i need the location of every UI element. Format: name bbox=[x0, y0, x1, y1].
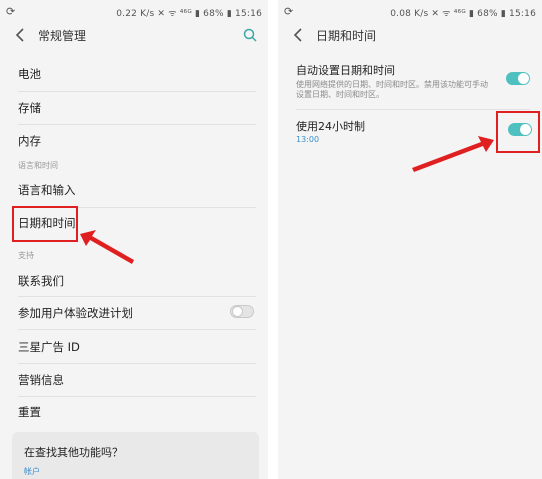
toggle-knob bbox=[232, 306, 243, 317]
menu-item-ad-id[interactable]: 三星广告 ID bbox=[0, 330, 268, 363]
highlight-box-date-time bbox=[12, 206, 78, 242]
highlight-box-24-hour-toggle bbox=[496, 111, 540, 153]
menu-item-label: 存储 bbox=[18, 101, 41, 115]
time-format-example: 13:00 bbox=[296, 135, 320, 144]
menu-item-storage[interactable]: 存储 bbox=[0, 92, 268, 124]
menu-item-language-input[interactable]: 语言和输入 bbox=[0, 172, 268, 206]
sync-icon: ⟳ bbox=[6, 5, 16, 18]
status-bar: ⟳ 0.08 K/s ✕ ᯤ ⁴⁶ᴳ ▮ 68% ▮ 15:16 bbox=[278, 0, 542, 24]
search-icon[interactable] bbox=[242, 27, 258, 43]
menu-item-label: 营销信息 bbox=[18, 373, 64, 387]
section-header-language-time: 语言和时间 bbox=[18, 161, 58, 170]
menu-item-label: 联系我们 bbox=[18, 274, 64, 288]
sync-icon: ⟳ bbox=[284, 5, 294, 18]
status-bar: ⟳ 0.22 K/s ✕ ᯤ ⁴⁶ᴳ ▮ 68% ▮ 15:16 bbox=[0, 0, 268, 24]
auto-date-time-toggle[interactable] bbox=[506, 72, 530, 85]
menu-item-label: 电池 bbox=[18, 67, 41, 81]
menu-item-label: 重置 bbox=[18, 405, 41, 419]
menu-item-label: 内存 bbox=[18, 134, 41, 148]
section-header-support: 支持 bbox=[18, 251, 34, 260]
suggestion-card: 在查找其他功能吗？ 帐户 bbox=[12, 432, 259, 479]
divider bbox=[296, 109, 530, 110]
menu-item-memory[interactable]: 内存 bbox=[0, 125, 268, 157]
right-screen: ⟳ 0.08 K/s ✕ ᯤ ⁴⁶ᴳ ▮ 68% ▮ 15:16 日期和时间 自… bbox=[278, 0, 542, 479]
panel-gap bbox=[268, 0, 278, 479]
left-screen: ⟳ 0.22 K/s ✕ ᯤ ⁴⁶ᴳ ▮ 68% ▮ 15:16 常规管理 电池… bbox=[0, 0, 268, 479]
page-title: 日期和时间 bbox=[316, 29, 377, 43]
menu-item-contact-us[interactable]: 联系我们 bbox=[0, 262, 268, 296]
setting-description-line2: 设置日期、时间和时区。 bbox=[296, 90, 384, 99]
menu-item-label: 三星广告 ID bbox=[18, 340, 80, 354]
toggle-knob bbox=[518, 73, 529, 84]
setting-auto-date-time[interactable]: 自动设置日期和时间 使用网络提供的日期、时间和时区。禁用该功能可手动 设置日期、… bbox=[278, 58, 542, 108]
status-indicators: 0.08 K/s ✕ ᯤ ⁴⁶ᴳ ▮ 68% ▮ 15:16 bbox=[390, 9, 536, 19]
user-experience-toggle[interactable] bbox=[230, 305, 254, 318]
back-arrow-icon[interactable] bbox=[12, 26, 30, 44]
app-bar: 日期和时间 bbox=[278, 24, 542, 48]
menu-item-marketing[interactable]: 营销信息 bbox=[0, 364, 268, 396]
app-bar: 常规管理 bbox=[0, 24, 268, 48]
setting-label: 自动设置日期和时间 bbox=[296, 64, 395, 77]
menu-item-battery[interactable]: 电池 bbox=[0, 58, 268, 90]
menu-item-reset[interactable]: 重置 bbox=[0, 397, 268, 427]
menu-item-user-experience[interactable]: 参加用户体验改进计划 bbox=[0, 297, 268, 329]
account-link[interactable]: 帐户 bbox=[24, 466, 40, 477]
page-title: 常规管理 bbox=[38, 29, 87, 43]
back-arrow-icon[interactable] bbox=[290, 26, 308, 44]
status-indicators: 0.22 K/s ✕ ᯤ ⁴⁶ᴳ ▮ 68% ▮ 15:16 bbox=[116, 9, 262, 19]
red-arrow-icon bbox=[412, 136, 494, 172]
red-arrow-icon bbox=[80, 230, 134, 264]
menu-item-label: 语言和输入 bbox=[18, 183, 76, 197]
suggestion-card-title: 在查找其他功能吗？ bbox=[24, 446, 123, 459]
menu-item-label: 参加用户体验改进计划 bbox=[18, 306, 133, 320]
setting-label: 使用24小时制 bbox=[296, 120, 365, 133]
